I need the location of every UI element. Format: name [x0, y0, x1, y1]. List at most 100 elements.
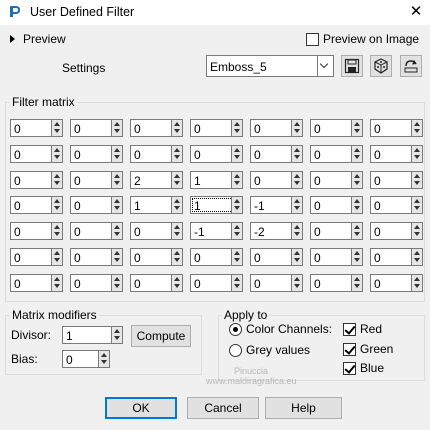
spin-arrows-icon[interactable] [51, 249, 62, 265]
spin-arrows-icon[interactable] [98, 351, 109, 367]
matrix-cell-r1-c7[interactable]: 0 [370, 119, 423, 137]
green-checkbox[interactable] [343, 342, 356, 356]
spin-arrows-icon[interactable] [351, 223, 362, 239]
spin-arrows-icon[interactable] [171, 275, 182, 291]
spin-arrows-icon[interactable] [51, 120, 62, 136]
spin-arrows-icon[interactable] [171, 172, 182, 188]
spin-arrows-icon[interactable] [51, 146, 62, 162]
spin-arrows-icon[interactable] [171, 249, 182, 265]
matrix-cell-r2-c4[interactable]: 0 [190, 145, 243, 163]
compute-button[interactable]: Compute [131, 325, 191, 347]
matrix-cell-r3-c1[interactable]: 0 [10, 171, 63, 189]
grey-values-option[interactable]: Grey values [229, 343, 310, 357]
matrix-cell-r6-c5[interactable]: 0 [250, 248, 303, 266]
blue-option[interactable]: Blue [343, 361, 384, 375]
matrix-cell-r7-c7[interactable]: 0 [370, 274, 423, 292]
reset-button[interactable] [400, 55, 422, 77]
matrix-cell-r3-c6[interactable]: 0 [310, 171, 363, 189]
spin-arrows-icon[interactable] [231, 275, 242, 291]
matrix-cell-r4-c7[interactable]: 0 [370, 196, 423, 214]
matrix-cell-r1-c1[interactable]: 0 [10, 119, 63, 137]
matrix-cell-r7-c2[interactable]: 0 [70, 274, 123, 292]
spin-arrows-icon[interactable] [111, 223, 122, 239]
green-option[interactable]: Green [343, 342, 393, 356]
matrix-cell-r4-c5[interactable]: -1 [250, 196, 303, 214]
matrix-cell-r3-c4[interactable]: 1 [190, 171, 243, 189]
bias-field[interactable]: 0 [62, 350, 110, 368]
spin-arrows-icon[interactable] [51, 197, 62, 213]
matrix-cell-r6-c2[interactable]: 0 [70, 248, 123, 266]
matrix-cell-r5-c3[interactable]: 0 [130, 222, 183, 240]
spin-arrows-icon[interactable] [291, 146, 302, 162]
matrix-cell-r5-c4[interactable]: -1 [190, 222, 243, 240]
matrix-cell-r5-c1[interactable]: 0 [10, 222, 63, 240]
matrix-cell-r7-c4[interactable]: 0 [190, 274, 243, 292]
matrix-cell-r6-c1[interactable]: 0 [10, 248, 63, 266]
matrix-cell-r3-c7[interactable]: 0 [370, 171, 423, 189]
matrix-cell-r1-c6[interactable]: 0 [310, 119, 363, 137]
spin-arrows-icon[interactable] [411, 172, 422, 188]
spin-arrows-icon[interactable] [111, 327, 122, 343]
spin-arrows-icon[interactable] [291, 197, 302, 213]
matrix-cell-r1-c3[interactable]: 0 [130, 119, 183, 137]
chevron-down-icon[interactable] [317, 56, 333, 76]
spin-arrows-icon[interactable] [111, 120, 122, 136]
matrix-cell-r3-c3[interactable]: 2 [130, 171, 183, 189]
red-checkbox[interactable] [343, 322, 356, 336]
preview-on-image-checkbox[interactable] [306, 32, 319, 46]
save-preset-button[interactable] [341, 55, 363, 77]
spin-arrows-icon[interactable] [231, 223, 242, 239]
matrix-cell-r6-c3[interactable]: 0 [130, 248, 183, 266]
matrix-cell-r7-c5[interactable]: 0 [250, 274, 303, 292]
spin-arrows-icon[interactable] [231, 146, 242, 162]
spin-arrows-icon[interactable] [231, 172, 242, 188]
spin-arrows-icon[interactable] [51, 223, 62, 239]
matrix-cell-r4-c4[interactable]: 1 [190, 196, 243, 214]
color-channels-radio[interactable] [229, 322, 242, 336]
spin-arrows-icon[interactable] [411, 275, 422, 291]
spin-arrows-icon[interactable] [351, 120, 362, 136]
matrix-cell-r2-c1[interactable]: 0 [10, 145, 63, 163]
divisor-field[interactable]: 1 [62, 326, 123, 344]
matrix-cell-r2-c2[interactable]: 0 [70, 145, 123, 163]
preview-toggle[interactable]: Preview [10, 32, 66, 46]
spin-arrows-icon[interactable] [351, 146, 362, 162]
spin-arrows-icon[interactable] [111, 172, 122, 188]
spin-arrows-icon[interactable] [291, 249, 302, 265]
matrix-cell-r6-c4[interactable]: 0 [190, 248, 243, 266]
red-option[interactable]: Red [343, 322, 382, 336]
grey-values-radio[interactable] [229, 343, 242, 357]
matrix-cell-r4-c6[interactable]: 0 [310, 196, 363, 214]
spin-arrows-icon[interactable] [411, 146, 422, 162]
matrix-cell-r5-c2[interactable]: 0 [70, 222, 123, 240]
spin-arrows-icon[interactable] [351, 172, 362, 188]
spin-arrows-icon[interactable] [411, 120, 422, 136]
matrix-cell-r5-c5[interactable]: -2 [250, 222, 303, 240]
spin-arrows-icon[interactable] [111, 249, 122, 265]
cancel-button[interactable]: Cancel [187, 397, 259, 419]
spin-arrows-icon[interactable] [111, 197, 122, 213]
ok-button[interactable]: OK [105, 397, 177, 419]
matrix-cell-r7-c1[interactable]: 0 [10, 274, 63, 292]
matrix-cell-r5-c6[interactable]: 0 [310, 222, 363, 240]
color-channels-option[interactable]: Color Channels: [229, 322, 332, 336]
matrix-cell-r6-c7[interactable]: 0 [370, 248, 423, 266]
close-icon[interactable]: ✕ [406, 2, 426, 22]
spin-arrows-icon[interactable] [171, 223, 182, 239]
matrix-cell-r1-c2[interactable]: 0 [70, 119, 123, 137]
matrix-cell-r2-c6[interactable]: 0 [310, 145, 363, 163]
matrix-cell-r3-c5[interactable]: 0 [250, 171, 303, 189]
matrix-cell-r4-c3[interactable]: 1 [130, 196, 183, 214]
spin-arrows-icon[interactable] [231, 120, 242, 136]
help-button[interactable]: Help [265, 397, 342, 419]
spin-arrows-icon[interactable] [51, 275, 62, 291]
matrix-cell-r3-c2[interactable]: 0 [70, 171, 123, 189]
matrix-cell-r7-c3[interactable]: 0 [130, 274, 183, 292]
spin-arrows-icon[interactable] [411, 249, 422, 265]
spin-arrows-icon[interactable] [411, 223, 422, 239]
spin-arrows-icon[interactable] [291, 120, 302, 136]
spin-arrows-icon[interactable] [291, 223, 302, 239]
matrix-cell-r1-c5[interactable]: 0 [250, 119, 303, 137]
matrix-cell-r5-c7[interactable]: 0 [370, 222, 423, 240]
matrix-cell-r7-c6[interactable]: 0 [310, 274, 363, 292]
